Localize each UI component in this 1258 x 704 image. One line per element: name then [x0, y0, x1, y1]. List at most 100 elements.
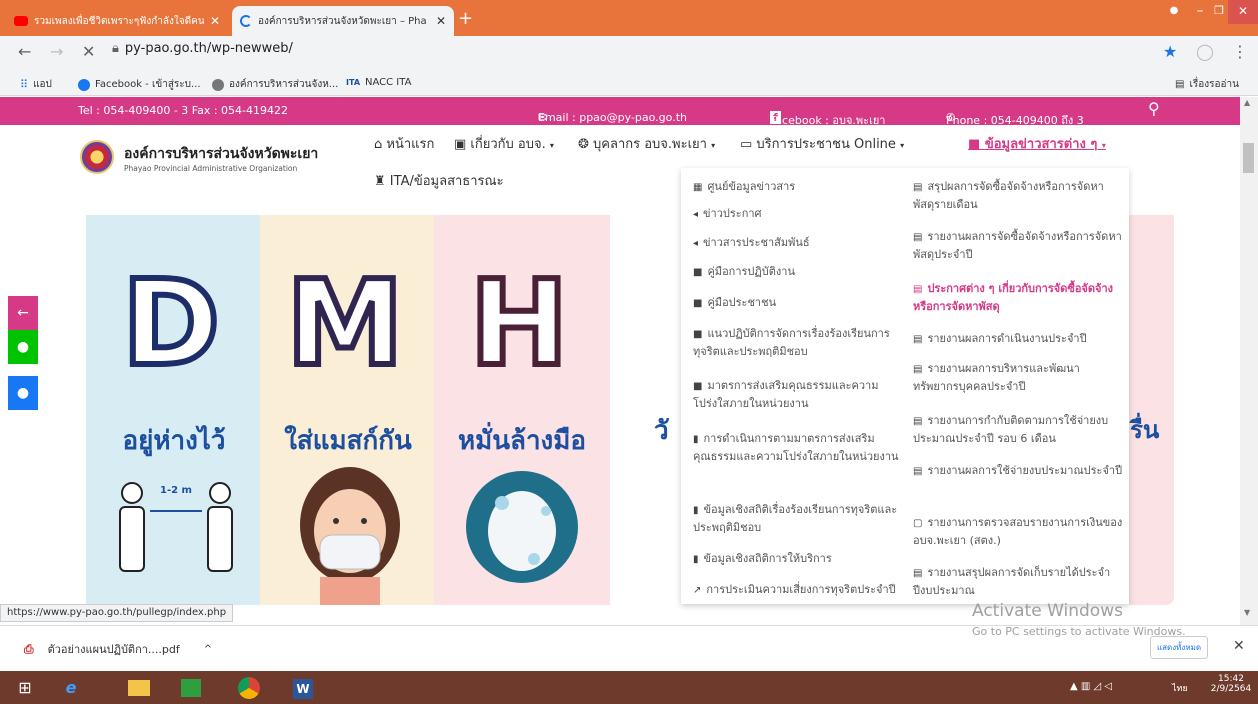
- monitor-icon: ▭: [740, 137, 757, 152]
- word-taskbar-button[interactable]: W: [286, 675, 320, 701]
- dropdown-item[interactable]: ▤ สรุปผลการจัดซื้อจัดจ้างหรือการจัดหาพัสด…: [913, 178, 1123, 213]
- maximize-icon[interactable]: ❐: [1210, 0, 1228, 24]
- scrollbar-thumb[interactable]: [1243, 143, 1254, 173]
- language-indicator[interactable]: ไทย: [1172, 681, 1188, 695]
- line-button[interactable]: ●: [8, 330, 38, 364]
- messenger-button[interactable]: ●: [8, 376, 38, 410]
- store-taskbar-button[interactable]: [174, 675, 208, 701]
- dropdown-item[interactable]: ■ คู่มือประชาชน: [693, 294, 903, 312]
- bookmark-label: แอป: [33, 79, 52, 90]
- lock-icon: 🔒︎: [112, 41, 119, 56]
- nacc-icon: ITA: [346, 78, 361, 87]
- dropdown-item[interactable]: ■ มาตรการส่งเสริมคุณธรรมและความโปร่งใสภาย…: [693, 377, 911, 412]
- menu-label: หน้าแรก: [386, 137, 435, 152]
- dropdown-item[interactable]: ▤ รายงานการกำกับติดตามการใช้จ่ายงบประมาณป…: [913, 412, 1125, 447]
- dropdown-item-label: การประเมินความเสี่ยงการทุจริตประจำปี: [706, 583, 896, 596]
- reading-list[interactable]: ▤ เรื่องรออ่าน: [1175, 77, 1239, 92]
- site-subtitle: Phayao Provincial Administrative Organiz…: [124, 164, 298, 173]
- clock[interactable]: 15:42 2/9/2564: [1208, 674, 1254, 694]
- site-logo[interactable]: [80, 140, 114, 174]
- back-icon[interactable]: ←: [18, 44, 31, 60]
- dropdown-item[interactable]: ▮ การดำเนินการตามมาตรการส่งเสริมคุณธรรมแล…: [693, 430, 911, 465]
- chrome-taskbar-button[interactable]: [232, 675, 266, 701]
- document-icon: ▤: [913, 334, 923, 345]
- browser-tab-pao[interactable]: องค์การบริหารส่วนจังหวัดพะเยา – Pha ✕: [232, 6, 454, 36]
- new-tab-button[interactable]: +: [458, 10, 473, 28]
- windows-taskbar: ⊞ e W ▲ ▥ ◿ ◁ ไทย 15:42 2/9/2564: [0, 671, 1258, 704]
- dropdown-item[interactable]: ▦ ศูนย์ข้อมูลข่าวสาร: [693, 178, 903, 196]
- dropdown-item[interactable]: ■ แนวปฏิบัติการจัดการเรื่องร้องเรียนการทุ…: [693, 325, 911, 360]
- bookmark-star-icon[interactable]: ★: [1163, 44, 1177, 60]
- stop-icon[interactable]: ✕: [82, 44, 95, 60]
- word-icon: W: [293, 679, 313, 699]
- explorer-taskbar-button[interactable]: [122, 675, 156, 701]
- dropdown-item-label: แนวปฏิบัติการจัดการเรื่องร้องเรียนการทุจ…: [693, 327, 890, 358]
- chrome-icon: [238, 677, 260, 699]
- activate-windows-title: Activate Windows: [972, 601, 1123, 621]
- browser-tab-youtube[interactable]: รวมเพลงเพื่อชีวิตเพราะๆฟังกำลังใจดีคนหนั…: [6, 6, 228, 36]
- reading-list-label: เรื่องรออ่าน: [1189, 79, 1239, 90]
- dropdown-item[interactable]: ▢ รายงานการตรวจสอบรายงานการเงินของ อบจ.พะ…: [913, 514, 1123, 549]
- scroll-up-icon[interactable]: ▲: [1244, 98, 1250, 107]
- close-tab-icon[interactable]: ✕: [204, 14, 220, 28]
- chevron-up-icon[interactable]: ^: [204, 644, 212, 655]
- dropdown-item[interactable]: ▤ รายงานผลการบริหารและพัฒนาทรัพยากรบุคคลป…: [913, 360, 1123, 395]
- dropdown-item[interactable]: ◂ ข่าวประกาศ: [693, 205, 903, 223]
- ie-taskbar-button[interactable]: e: [54, 675, 88, 701]
- dropdown-item[interactable]: ◂ ข่าวสารประชาสัมพันธ์: [693, 234, 903, 252]
- close-tab-icon[interactable]: ✕: [430, 14, 446, 28]
- facebook-text: Facebook : อบจ.พะเยา: [770, 114, 886, 127]
- minimize-icon[interactable]: –: [1190, 0, 1210, 24]
- bookmark-nacc[interactable]: ITA NACC ITA: [346, 77, 411, 88]
- menu-label: ITA/ข้อมูลสาธารณะ: [389, 174, 504, 189]
- info-center-icon: ▦: [693, 182, 703, 193]
- tab-title: รวมเพลงเพื่อชีวิตเพราะๆฟังกำลังใจดีคนหนั…: [34, 15, 204, 27]
- megaphone-icon: ◂: [693, 209, 699, 220]
- menu-about[interactable]: ▣ เกี่ยวกับ อบจ. ▾: [454, 133, 554, 154]
- document-icon: ▤: [913, 182, 923, 193]
- start-button[interactable]: ⊞: [8, 675, 42, 701]
- address-bar[interactable]: 🔒︎ py-pao.go.th/wp-newweb/: [112, 41, 293, 56]
- close-window-icon[interactable]: ✕: [1228, 0, 1258, 24]
- site-name: องค์การบริหารส่วนจังหวัดพะเยา: [124, 146, 319, 162]
- dropdown-item[interactable]: ▤ รายงานสรุปผลการจัดเก็บรายได้ประจำปีงบปร…: [913, 564, 1123, 599]
- forward-icon[interactable]: →: [50, 44, 63, 60]
- menu-icon[interactable]: ⋮: [1232, 44, 1248, 60]
- dropdown-item[interactable]: ▮ ข้อมูลเชิงสถิติเรื่องร้องเรียนการทุจริต…: [693, 501, 911, 536]
- tray-icons[interactable]: ▲ ▥ ◿ ◁: [1070, 681, 1112, 692]
- dropdown-item-label: คู่มือการปฏิบัติงาน: [707, 265, 795, 278]
- dropdown-item[interactable]: ▮ ข้อมูลเชิงสถิติการให้บริการ: [693, 550, 911, 568]
- bookmark-facebook[interactable]: Facebook - เข้าสู่ระบ...: [78, 77, 201, 92]
- menu-ita[interactable]: ♜ ITA/ข้อมูลสาธารณะ: [374, 170, 504, 191]
- extension-icon[interactable]: ◯: [1196, 44, 1214, 60]
- scroll-down-icon[interactable]: ▼: [1244, 608, 1250, 617]
- file-outline-icon: ▢: [913, 518, 923, 529]
- menu-home[interactable]: ⌂ หน้าแรก: [374, 133, 434, 154]
- banner-card-hand: H หมั่นล้างมือ: [434, 215, 610, 605]
- search-icon[interactable]: ⚲: [1148, 99, 1160, 118]
- dropdown-item[interactable]: ▤ รายงานผลการจัดซื้อจัดจ้างหรือการจัดหาพั…: [913, 228, 1123, 263]
- profile-icon[interactable]: ●: [1160, 0, 1188, 24]
- show-all-button[interactable]: แสดงทั้งหมด: [1150, 636, 1209, 659]
- dropdown-item[interactable]: ▤ รายงานผลการดำเนินงานประจำปี: [913, 330, 1123, 348]
- menu-information[interactable]: ■ ข้อมูลข่าวสารต่าง ๆ ▾: [968, 133, 1106, 154]
- dropdown-item-active[interactable]: ▤ ประกาศต่าง ๆ เกี่ยวกับการจัดซื้อจัดจ้าง…: [913, 280, 1125, 315]
- menu-personnel[interactable]: ❂ บุคลากร อบจ.พะเยา ▾: [578, 133, 715, 154]
- megaphone-icon: ◂: [693, 238, 699, 249]
- dropdown-item[interactable]: ▤ รายงานผลการใช้จ่ายงบประมาณประจำปี: [913, 462, 1123, 480]
- page-scrollbar[interactable]: [1240, 97, 1258, 625]
- document-icon: ▤: [913, 568, 923, 579]
- bookmark-pao[interactable]: องค์การบริหารส่วนจังห...: [212, 77, 338, 92]
- menu-services[interactable]: ▭ บริการประชาชน Online ▾: [740, 133, 904, 154]
- collapse-social-button[interactable]: ←: [8, 296, 38, 330]
- caption-distance: อยู่ห่างไว้: [122, 426, 226, 456]
- caption-partial-right: รื่น: [1130, 416, 1160, 444]
- caption-partial: วั: [654, 416, 669, 446]
- bookmark-apps[interactable]: ⠿ แอป: [20, 77, 52, 92]
- download-item[interactable]: ⎙ ตัวอย่างแผนปฏิบัติกา....pdf ^: [24, 640, 212, 658]
- globe-icon: [212, 78, 224, 91]
- dropdown-item[interactable]: ↗ การประเมินความเสี่ยงการทุจริตประจำปี: [693, 581, 911, 599]
- bar-chart-icon: ▮: [693, 434, 699, 445]
- close-downloads-icon[interactable]: ✕: [1233, 638, 1245, 654]
- dropdown-item[interactable]: ■ คู่มือการปฏิบัติงาน: [693, 263, 903, 281]
